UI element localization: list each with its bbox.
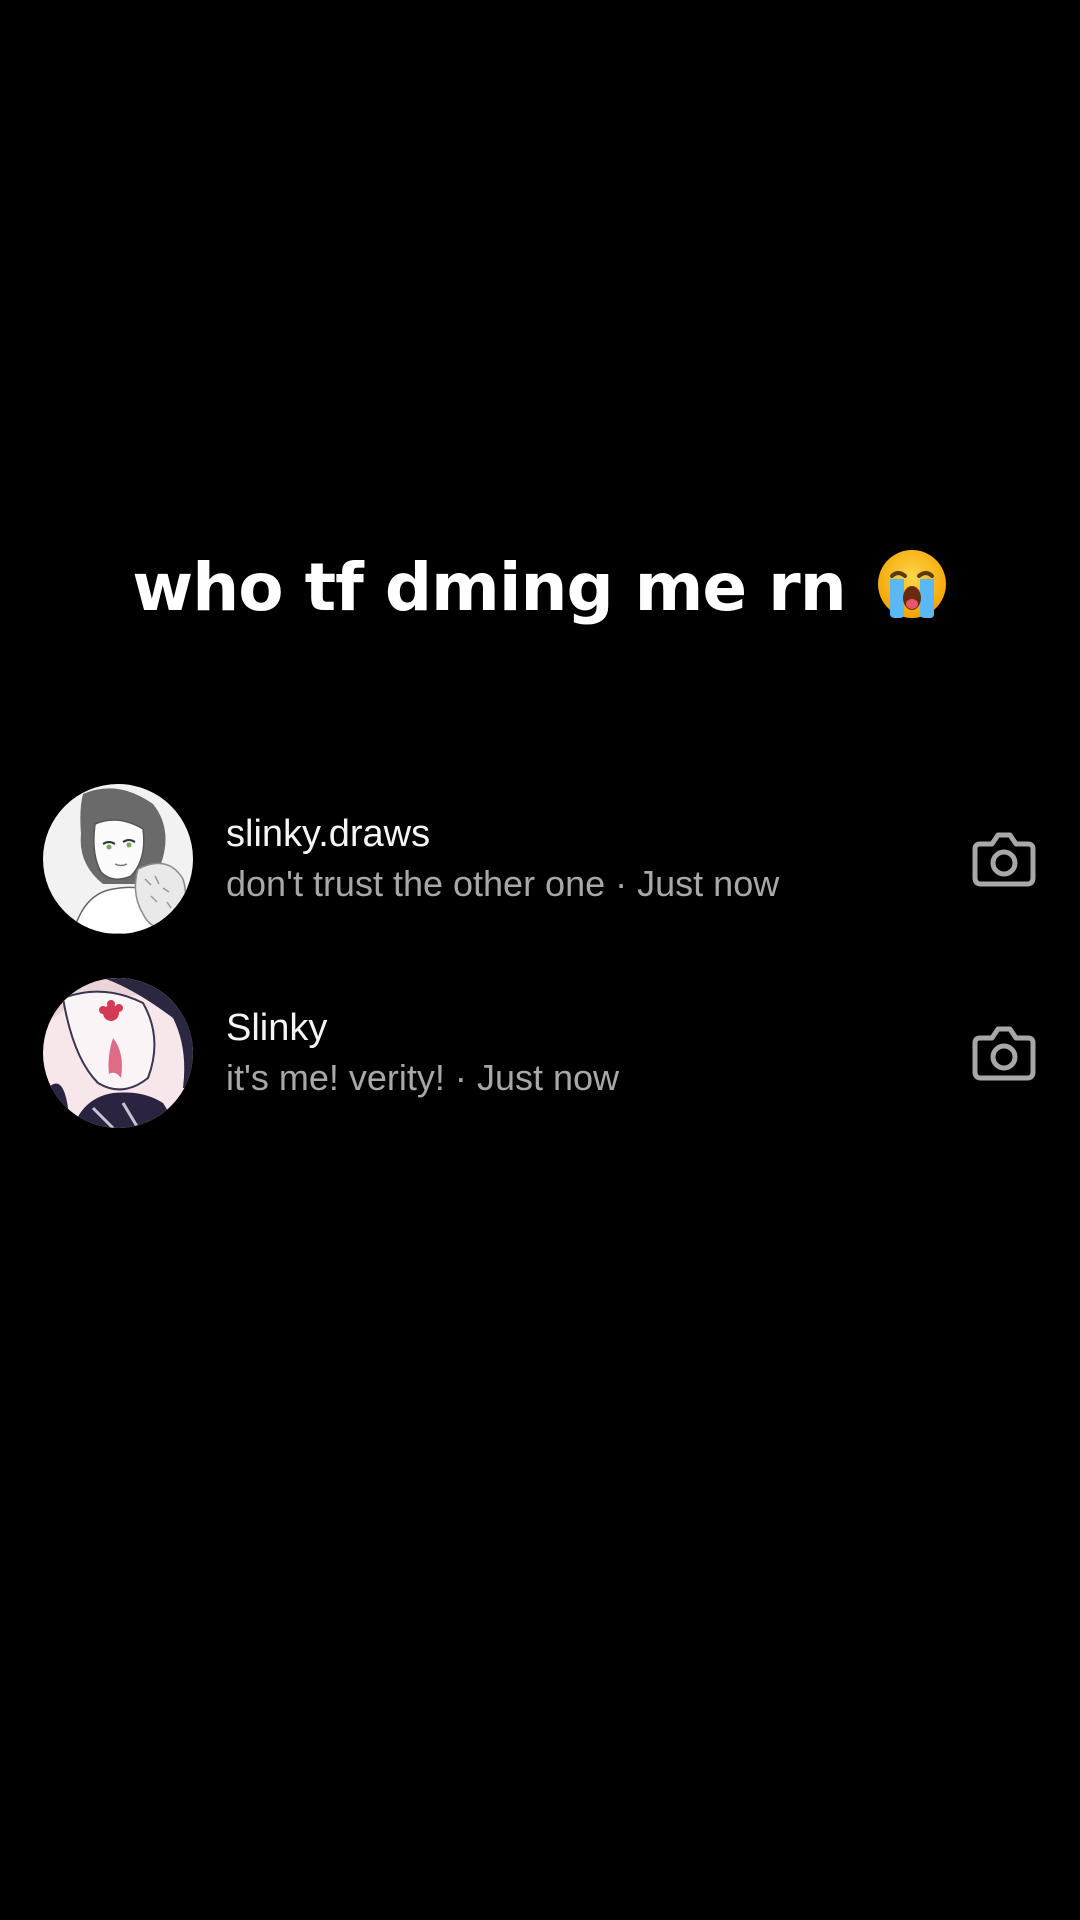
dm-timestamp: Just now: [637, 863, 780, 904]
dm-message: it's me! verity!: [226, 1057, 445, 1098]
dm-separator: ·: [454, 1057, 467, 1098]
dm-text[interactable]: Slinky it's me! verity! · Just now: [226, 1004, 926, 1104]
caption-text: who tf dming me rn: [132, 549, 846, 626]
dm-username: slinky.draws: [226, 813, 431, 855]
dm-row-slinky[interactable]: Slinky it's me! verity! · Just now: [0, 978, 1080, 1128]
avatar[interactable]: [43, 978, 193, 1128]
dm-preview: it's me! verity! · Just now: [226, 1052, 926, 1104]
dm-username: Slinky: [226, 1007, 328, 1049]
dm-separator: ·: [615, 863, 628, 904]
avatar[interactable]: [43, 784, 193, 934]
camera-icon[interactable]: [972, 830, 1036, 888]
dm-preview: don't trust the other one · Just now: [226, 858, 926, 910]
video-caption: who tf dming me rn: [0, 548, 1080, 626]
dm-message: don't trust the other one: [226, 863, 606, 904]
crying-face-icon: [876, 548, 948, 620]
dm-row-slinky-draws[interactable]: slinky.draws don't trust the other one ·…: [0, 784, 1080, 934]
camera-icon[interactable]: [972, 1024, 1036, 1082]
dm-timestamp: Just now: [476, 1057, 620, 1098]
dm-text[interactable]: slinky.draws don't trust the other one ·…: [226, 810, 926, 910]
direct-message-list: slinky.draws don't trust the other one ·…: [0, 784, 1080, 1172]
